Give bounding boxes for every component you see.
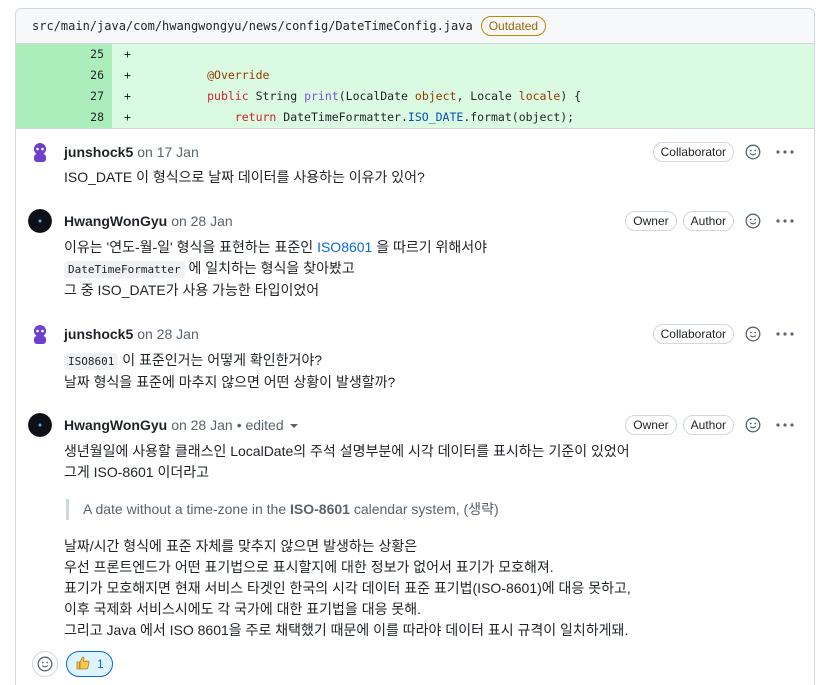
comment-text: 그 중 ISO_DATE가 사용 가능한 타입이었어 bbox=[64, 282, 320, 298]
comment-text: DateTimeFormatter 에 일치하는 형식을 찾아봤고 bbox=[64, 258, 798, 280]
text-segment: ISO-8601 bbox=[290, 501, 350, 517]
diff-line: 28 + return DateTimeFormatter.ISO_DATE.f… bbox=[16, 107, 814, 128]
smiley-icon[interactable] bbox=[740, 322, 766, 346]
comment-text: 생년월일에 사용할 클래스인 LocalDate의 주석 설명부분에 시각 데이… bbox=[64, 443, 630, 459]
smiley-icon[interactable] bbox=[740, 140, 766, 164]
line-number: 25 bbox=[16, 44, 112, 65]
avatar[interactable] bbox=[28, 413, 52, 437]
diff-marker: + bbox=[124, 68, 131, 82]
comment-body: ISO_DATE 이 형식으로 날짜 데이터를 사용하는 이유가 있어? bbox=[64, 167, 798, 188]
diff-marker: + bbox=[124, 110, 131, 124]
comment-date[interactable]: on 17 Jan bbox=[137, 144, 199, 160]
comment-text: ISO8601 이 표준인거는 어떻게 확인한거야? bbox=[64, 350, 798, 372]
code-type: Locale bbox=[470, 89, 512, 103]
comment-date[interactable]: on 28 Jan bbox=[137, 326, 199, 342]
comment-body: 이유는 '연도-월-일' 형식을 표현하는 표준인 ISO8601 을 따르기 … bbox=[64, 237, 798, 301]
comment: junshock5 on 28 Jan Collaborator ISO8601… bbox=[16, 309, 814, 401]
smiley-icon[interactable] bbox=[740, 413, 766, 437]
line-number: 27 bbox=[16, 86, 112, 107]
role-badge: Author bbox=[682, 415, 734, 435]
outdated-badge: Outdated bbox=[480, 16, 547, 36]
comment-text: 날짜/시간 형식에 표준 자체를 맞추지 않으면 발생하는 상황은 bbox=[64, 538, 418, 554]
avatar[interactable] bbox=[28, 140, 52, 164]
comment-text: 그리고 Java 에서 ISO 8601을 주로 채택했기 때문에 이를 따라야… bbox=[64, 622, 629, 638]
kebab-menu-icon[interactable] bbox=[772, 322, 798, 346]
reactions-bar: 1 bbox=[16, 649, 814, 677]
kebab-menu-icon[interactable] bbox=[772, 140, 798, 164]
caret-down-icon bbox=[289, 424, 298, 429]
blockquote: A date without a time-zone in the ISO-86… bbox=[66, 499, 798, 520]
comment-author[interactable]: HwangWonGyu bbox=[64, 417, 167, 433]
comment-date[interactable]: on 28 Jan bbox=[171, 213, 233, 229]
code-text: .format(object); bbox=[463, 110, 575, 124]
kebab-menu-icon[interactable] bbox=[772, 413, 798, 437]
comment-text: 날짜 형식을 표준에 마추지 않으면 어떤 상황이 발생할까? bbox=[64, 374, 396, 390]
comment-text: 이후 국제화 서비스시에도 각 국가에 대한 표기법을 대응 못해. bbox=[64, 601, 422, 617]
thumbs-up-reaction-button[interactable]: 1 bbox=[66, 651, 113, 677]
role-badge: Collaborator bbox=[652, 324, 734, 344]
text-segment: 에 일치하는 형식을 찾아봤고 bbox=[184, 260, 355, 276]
comment: junshock5 on 17 Jan Collaborator ISO_DAT… bbox=[16, 129, 814, 196]
role-badge: Author bbox=[682, 211, 734, 231]
diff-line: 26 + @Override bbox=[16, 65, 814, 86]
role-badge: Collaborator bbox=[652, 142, 734, 162]
add-reaction-button[interactable] bbox=[32, 651, 58, 677]
comment-body: ISO8601 이 표준인거는 어떻게 확인한거야? 날짜 형식을 표준에 마추… bbox=[64, 350, 798, 393]
comment-date[interactable]: on 28 Jan bbox=[171, 417, 233, 433]
role-badge: Owner bbox=[625, 211, 677, 231]
code-param: locale bbox=[518, 89, 561, 103]
diff-snippet: 25 + 26 + @Override 27 + public String p… bbox=[16, 44, 814, 129]
text-segment: 이유는 '연도-월-일' 형식을 표현하는 표준인 bbox=[64, 239, 318, 255]
thumbs-up-icon bbox=[75, 655, 91, 674]
text-segment: 을 따르기 위해서야 bbox=[372, 239, 488, 255]
line-number: 26 bbox=[16, 65, 112, 86]
comment: HwangWonGyu on 28 Jan • edited Owner Aut… bbox=[16, 401, 814, 649]
comment: HwangWonGyu on 28 Jan Owner Author 이유는 '… bbox=[16, 196, 814, 309]
code-function: print bbox=[304, 89, 339, 103]
inline-code: DateTimeFormatter bbox=[64, 261, 185, 278]
kebab-menu-icon[interactable] bbox=[772, 209, 798, 233]
code-type: String bbox=[255, 89, 298, 103]
comment-author[interactable]: HwangWonGyu bbox=[64, 213, 167, 229]
code-class: DateTimeFormatter bbox=[283, 110, 401, 124]
text-segment: A date without a time-zone in the bbox=[83, 501, 291, 517]
comment-text: 우선 프론트엔드가 어떤 표기법으로 표시할지에 대한 정보가 없어서 표기가 … bbox=[64, 559, 554, 575]
comment-text: 그게 ISO-8601 이더라고 bbox=[64, 464, 209, 480]
review-thread: src/main/java/com/hwangwongyu/news/confi… bbox=[15, 8, 815, 685]
file-path-link[interactable]: src/main/java/com/hwangwongyu/news/confi… bbox=[32, 19, 473, 33]
diff-marker: + bbox=[124, 47, 131, 61]
comment-text: 표기가 모호해지면 현재 서비스 타겟인 한국의 시각 데이터 표준 표기법(I… bbox=[64, 580, 631, 596]
comment-author[interactable]: junshock5 bbox=[64, 144, 133, 160]
code-type: LocalDate bbox=[345, 89, 408, 103]
smiley-icon[interactable] bbox=[740, 209, 766, 233]
code-keyword: return bbox=[234, 110, 277, 124]
avatar[interactable] bbox=[28, 209, 52, 233]
text-segment: calendar system, (생략) bbox=[349, 501, 499, 517]
text-segment: 이 표준인거는 어떻게 확인한거야? bbox=[118, 352, 323, 368]
role-badge: Owner bbox=[625, 415, 677, 435]
code-constant: ISO_DATE bbox=[407, 110, 464, 124]
diff-line: 25 + bbox=[16, 44, 814, 65]
diff-line: 27 + public String print(LocalDate objec… bbox=[16, 86, 814, 107]
file-header: src/main/java/com/hwangwongyu/news/confi… bbox=[16, 9, 814, 44]
diff-marker: + bbox=[124, 89, 131, 103]
comment-author[interactable]: junshock5 bbox=[64, 326, 133, 342]
iso8601-link[interactable]: ISO8601 bbox=[317, 239, 372, 255]
comment-text: 이유는 '연도-월-일' 형식을 표현하는 표준인 ISO8601 을 따르기 … bbox=[64, 237, 798, 258]
code-annotation: @Override bbox=[207, 68, 270, 82]
comment-text: ISO_DATE 이 형식으로 날짜 데이터를 사용하는 이유가 있어? bbox=[64, 169, 425, 185]
line-number: 28 bbox=[16, 107, 112, 128]
comment-body: 생년월일에 사용할 클래스인 LocalDate의 주석 설명부분에 시각 데이… bbox=[64, 441, 798, 641]
edited-dropdown[interactable]: • edited bbox=[237, 417, 298, 433]
edited-label: • edited bbox=[236, 417, 284, 433]
code-param: object bbox=[414, 89, 457, 103]
code-keyword: public bbox=[207, 89, 249, 103]
reaction-count: 1 bbox=[97, 657, 104, 671]
inline-code: ISO8601 bbox=[64, 353, 119, 370]
avatar[interactable] bbox=[28, 322, 52, 346]
